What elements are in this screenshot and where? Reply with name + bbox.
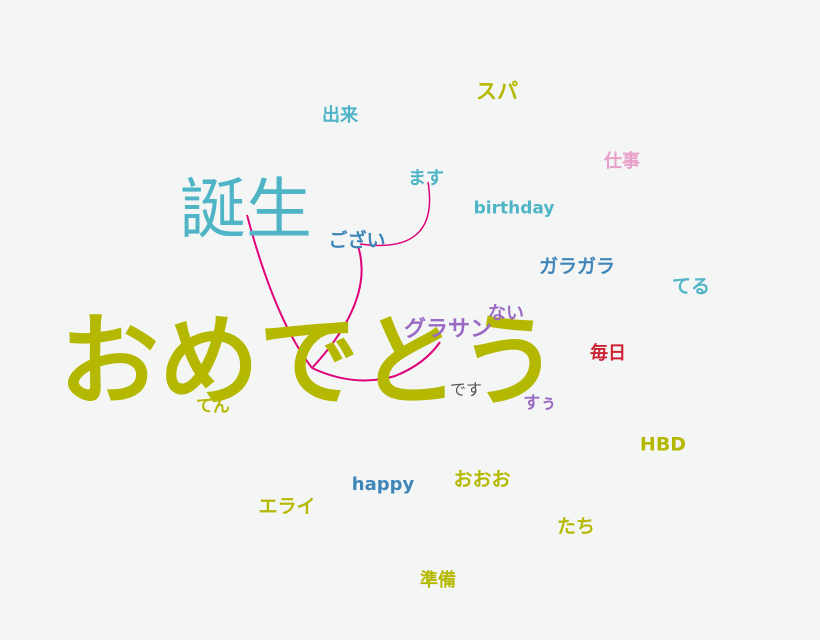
- word-mainichi[interactable]: 毎日: [590, 345, 626, 363]
- word-tachi[interactable]: たち: [557, 517, 595, 537]
- word-happy[interactable]: happy: [352, 476, 414, 494]
- word-hbd[interactable]: HBD: [640, 435, 686, 455]
- word-masu[interactable]: ます: [408, 170, 444, 188]
- word-supa[interactable]: スパ: [476, 81, 518, 103]
- word-ooo[interactable]: おおお: [453, 470, 510, 490]
- word-ten[interactable]: てん: [196, 398, 230, 416]
- word-birthday[interactable]: birthday: [474, 200, 555, 218]
- word-gozai[interactable]: ござい: [328, 231, 385, 251]
- word-nai[interactable]: ない: [488, 305, 524, 323]
- word-shigoto[interactable]: 仕事: [604, 153, 640, 171]
- word-dekiru[interactable]: 出来: [322, 107, 358, 125]
- word-desu[interactable]: です: [450, 382, 482, 398]
- word-network: おめでとう 誕生 ござい ます です グラサン ない 出来 スパ 仕事 birt…: [0, 0, 820, 640]
- word-gurasan[interactable]: グラサン: [404, 319, 492, 341]
- word-suu[interactable]: すぅ: [523, 395, 557, 413]
- word-garagara[interactable]: ガラガラ: [539, 257, 615, 277]
- word-junbi[interactable]: 準備: [420, 572, 456, 590]
- word-erai[interactable]: エライ: [258, 497, 315, 517]
- word-teru[interactable]: てる: [672, 277, 710, 297]
- word-tanjou[interactable]: 誕生: [180, 177, 312, 243]
